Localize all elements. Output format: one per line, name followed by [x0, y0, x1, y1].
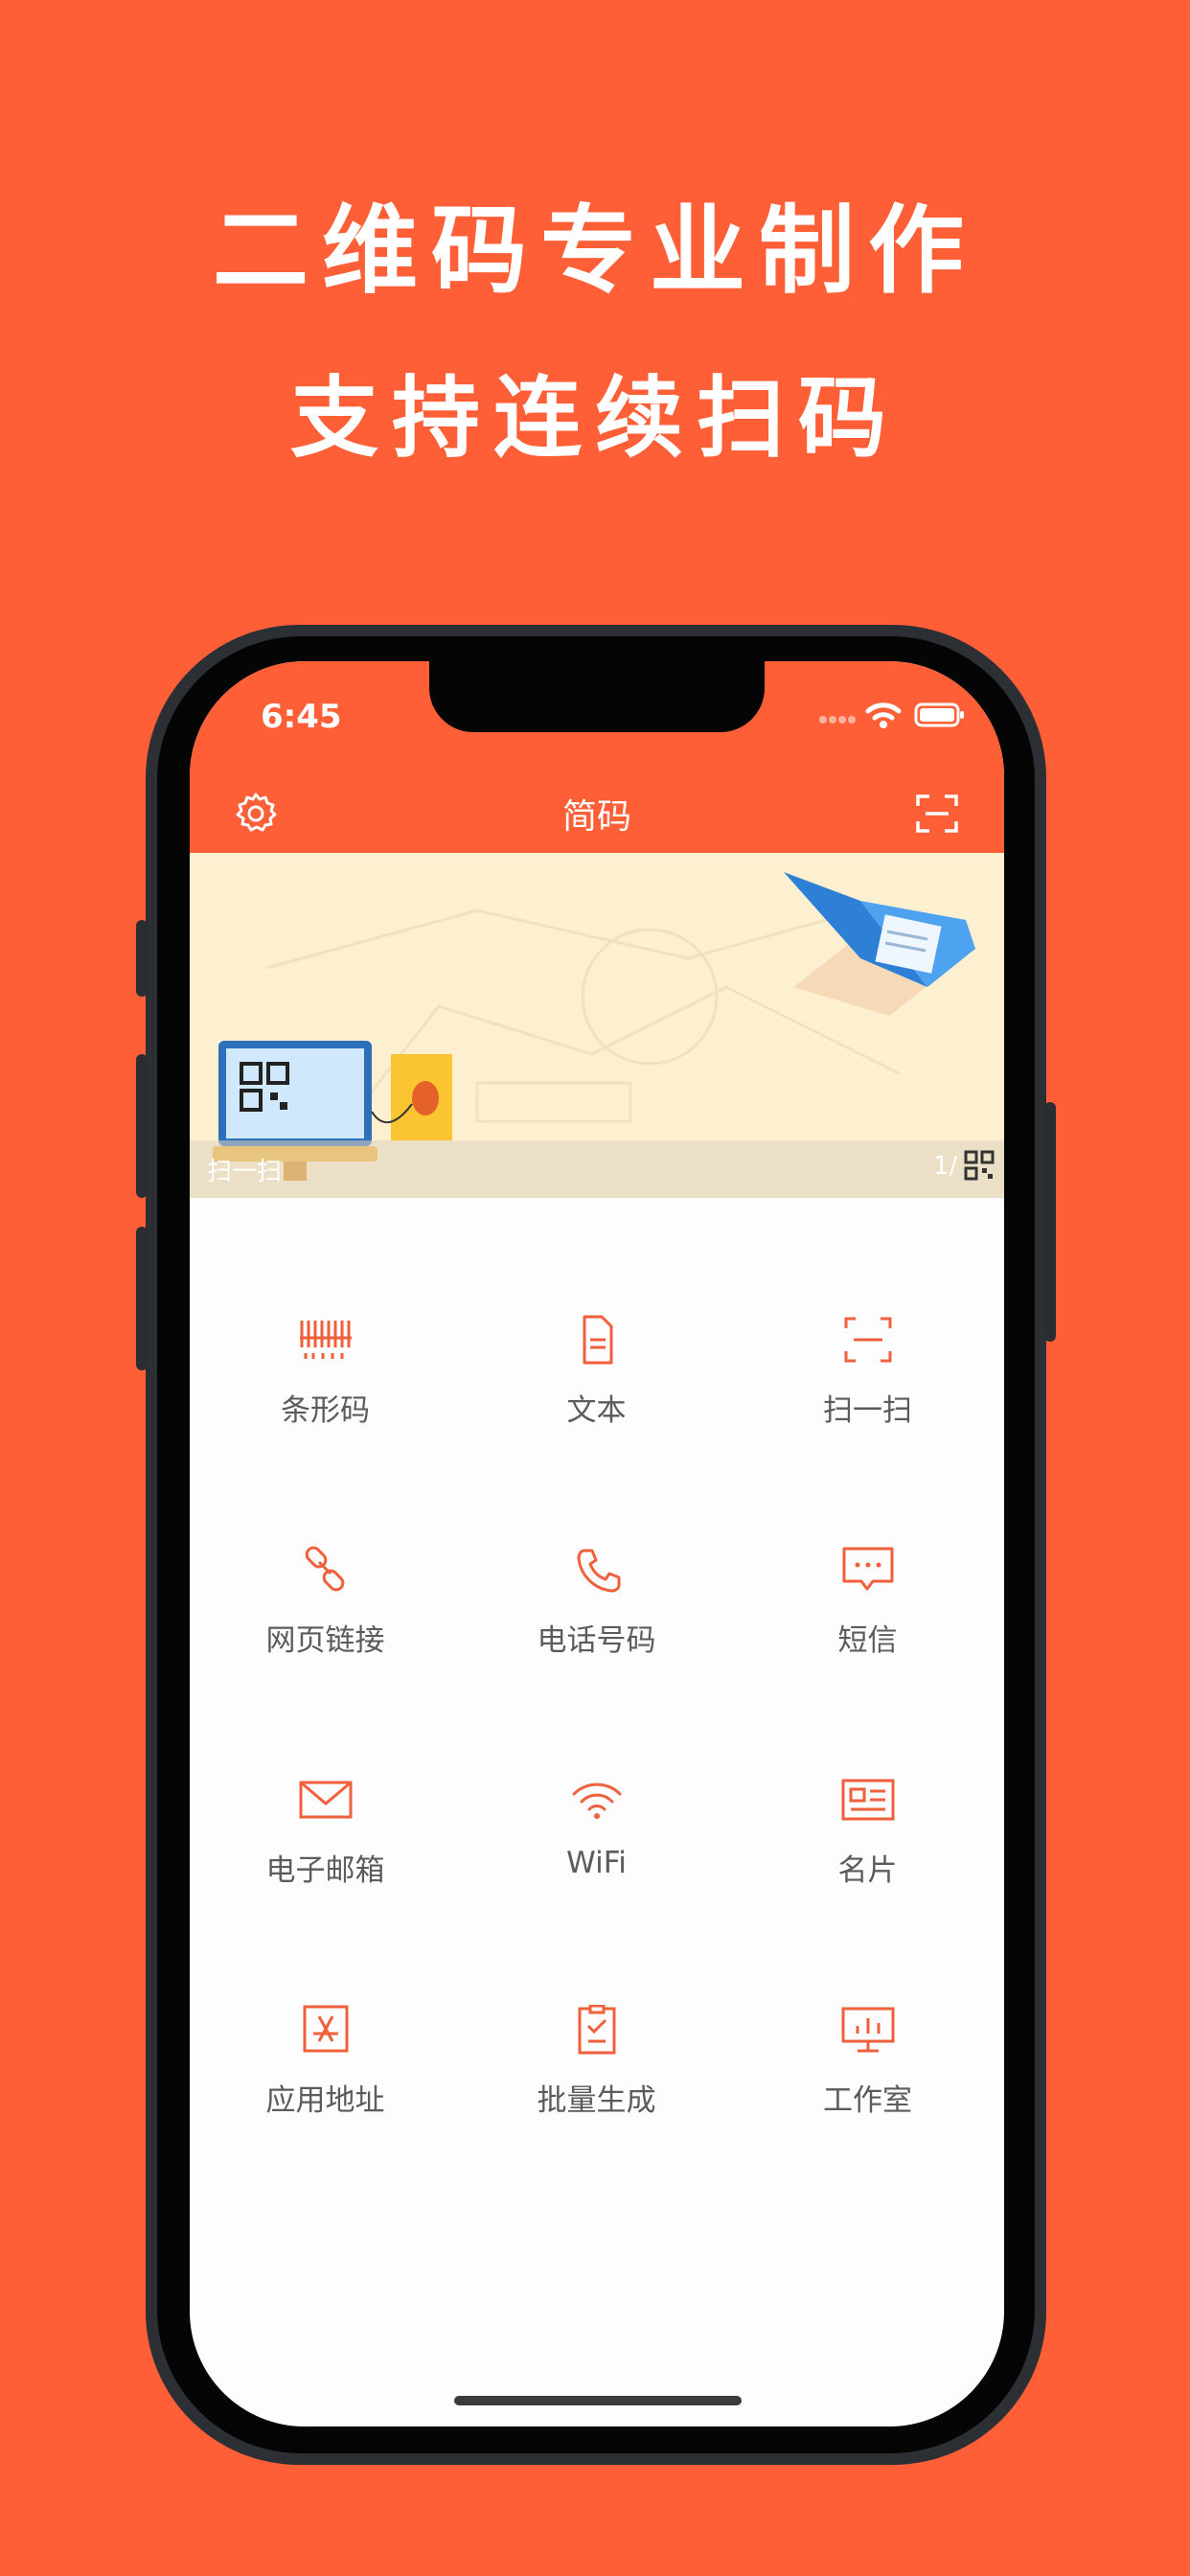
- grid-item-label: 网页链接: [265, 1623, 385, 1658]
- page-title: 简码: [561, 797, 631, 837]
- barcode-icon: [299, 1321, 352, 1359]
- checklist-icon: [578, 2005, 615, 2055]
- phone-power-button: [1044, 1102, 1056, 1342]
- grid-item-label: 工作室: [823, 2083, 912, 2118]
- grid-item-weblink[interactable]: 网页链接: [190, 1545, 461, 1689]
- grid-item-label: 名片: [837, 1853, 898, 1888]
- promo-banner[interactable]: 扫一扫 1/: [190, 853, 1004, 1198]
- wifi-icon: [572, 1782, 621, 1819]
- scan-icon: [844, 1317, 891, 1363]
- grid-item-label: 批量生成: [537, 2083, 656, 2118]
- banner-pager: 1/: [933, 1152, 958, 1181]
- phone-volume-up: [136, 1054, 148, 1198]
- phone-volume-down: [136, 1227, 148, 1370]
- card-icon: [841, 1779, 894, 1821]
- grid-item-label: 扫一扫: [823, 1393, 912, 1428]
- grid-item-label: 文本: [566, 1393, 627, 1428]
- notch: [429, 661, 765, 732]
- grid-item-barcode[interactable]: 条形码: [190, 1315, 461, 1459]
- grid-item-label: 条形码: [281, 1393, 370, 1428]
- grid-item-batch-generate[interactable]: 批量生成: [461, 2005, 732, 2149]
- grid-item-app-address[interactable]: 应用地址: [190, 2005, 461, 2149]
- grid-item-label: 应用地址: [265, 2083, 385, 2118]
- presentation-icon: [841, 2007, 894, 2053]
- battery-icon: [914, 702, 964, 727]
- status-bar: 6:45: [190, 661, 1004, 771]
- mail-icon: [299, 1781, 352, 1819]
- grid-item-sms[interactable]: 短信: [732, 1545, 1003, 1689]
- grid-item-email[interactable]: 电子邮箱: [190, 1775, 461, 1919]
- grid-item-phone[interactable]: 电话号码: [461, 1545, 732, 1689]
- phone-side-button: [136, 920, 148, 997]
- app-store-icon: [303, 2005, 348, 2053]
- promo-subheadline: 支持连续扫码: [289, 367, 900, 470]
- grid-item-label: 电话号码: [537, 1623, 656, 1658]
- app-screen: 6:45 简码 扫一扫 1/ 条形码 文本 扫一扫 网页链接 电话号码 短信 电…: [190, 661, 1004, 2426]
- grid-item-wifi[interactable]: WiFi: [461, 1775, 732, 1919]
- wifi-status-icon: [865, 702, 902, 728]
- message-icon: [842, 1547, 893, 1591]
- document-icon: [583, 1315, 612, 1365]
- signal-icon: [819, 716, 856, 724]
- promo-headline: 二维码专业制作: [213, 195, 977, 307]
- grid-item-label: 短信: [837, 1623, 898, 1658]
- scan-icon[interactable]: [914, 791, 960, 837]
- grid-item-scan[interactable]: 扫一扫: [732, 1315, 1003, 1459]
- grid-item-text[interactable]: 文本: [461, 1315, 732, 1459]
- banner-caption-strip: [190, 1140, 1004, 1198]
- nav-bar: 简码: [190, 771, 1004, 853]
- grid-item-business-card[interactable]: 名片: [732, 1775, 1003, 1919]
- grid-item-label: WiFi: [566, 1846, 627, 1880]
- home-indicator[interactable]: [454, 2396, 742, 2405]
- grid-item-label: 电子邮箱: [265, 1853, 385, 1888]
- banner-caption: 扫一扫: [207, 1158, 283, 1186]
- phone-icon: [577, 1549, 620, 1593]
- status-time: 6:45: [261, 698, 342, 736]
- link-icon: [305, 1546, 344, 1592]
- qr-code-icon: [964, 1150, 995, 1181]
- grid-item-studio[interactable]: 工作室: [732, 2005, 1003, 2149]
- book-illustration: [784, 872, 975, 1016]
